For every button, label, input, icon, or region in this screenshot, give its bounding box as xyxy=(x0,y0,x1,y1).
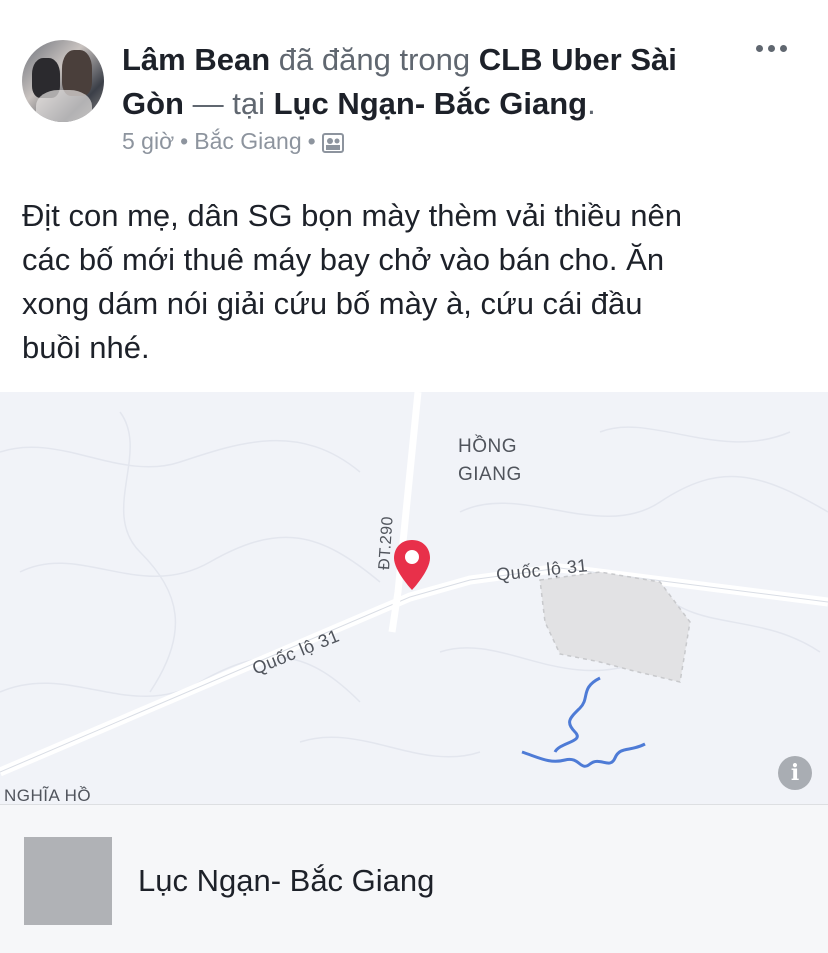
title-end: . xyxy=(587,86,596,121)
post-time[interactable]: 5 giờ xyxy=(122,128,174,155)
meta-dot: • xyxy=(180,128,189,154)
group-icon xyxy=(321,132,344,153)
location-link[interactable]: Lục Ngạn- Bắc Giang xyxy=(274,86,587,121)
meta-location[interactable]: Bắc Giang xyxy=(194,128,301,155)
place-thumbnail xyxy=(24,837,112,925)
more-options-icon[interactable] xyxy=(756,38,792,58)
post-meta: 5 giờ • Bắc Giang • xyxy=(122,128,344,155)
map-label-nghia-ho: NGHĨA HỒ xyxy=(4,786,92,804)
place-name[interactable]: Lục Ngạn- Bắc Giang xyxy=(138,863,434,899)
author-avatar[interactable] xyxy=(22,40,104,122)
place-card[interactable]: Lục Ngạn- Bắc Giang xyxy=(0,804,828,953)
post-body: Địt con mẹ, dân SG bọn mày thèm vải thiề… xyxy=(22,198,682,365)
map-label-giang: GIANG xyxy=(458,464,522,485)
post-header: Lâm Bean đã đăng trong CLB Uber Sài Gòn … xyxy=(0,0,828,180)
info-icon[interactable]: i xyxy=(778,756,812,790)
post-title: Lâm Bean đã đăng trong CLB Uber Sài Gòn … xyxy=(122,38,722,126)
map-canvas xyxy=(0,392,828,777)
meta-dot: • xyxy=(307,128,316,154)
action-text: đã đăng trong xyxy=(278,42,471,77)
location-separator: — tại xyxy=(192,86,265,121)
location-pin-icon[interactable] xyxy=(392,538,432,592)
map-label-hong: HỒNG xyxy=(458,436,517,457)
author-name[interactable]: Lâm Bean xyxy=(122,42,270,77)
location-map[interactable]: HỒNG GIANG ĐT.290 Quốc lộ 31 Quốc lộ 31 … xyxy=(0,392,828,804)
